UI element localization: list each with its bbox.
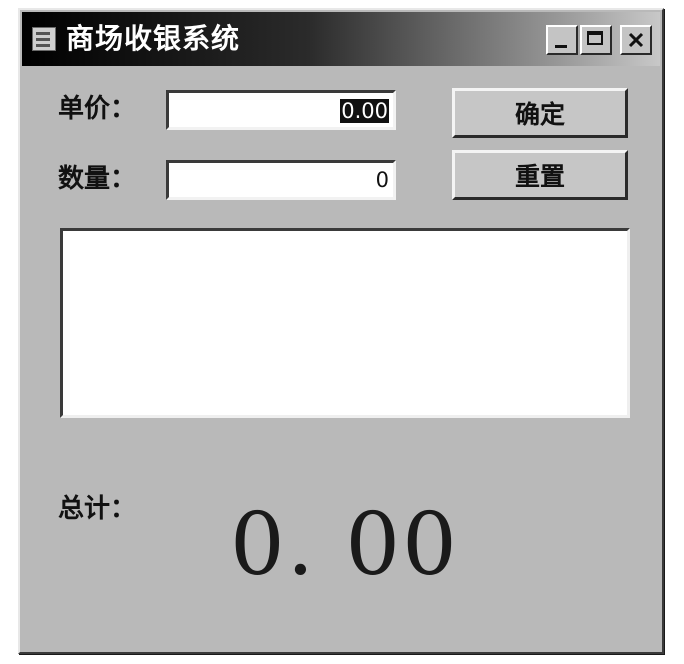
maximize-button[interactable] bbox=[580, 25, 612, 55]
close-button[interactable] bbox=[620, 25, 652, 55]
total-amount: 0. 00 bbox=[230, 495, 459, 595]
total-label: 总计： bbox=[58, 494, 137, 524]
close-icon bbox=[628, 32, 644, 48]
price-input[interactable]: 0.00 bbox=[166, 90, 396, 130]
price-label: 单价： bbox=[58, 94, 137, 124]
minimize-button[interactable] bbox=[546, 25, 578, 55]
app-icon[interactable] bbox=[32, 27, 56, 51]
window-title: 商场收银系统 bbox=[66, 22, 241, 55]
quantity-input[interactable] bbox=[166, 160, 396, 200]
items-list[interactable] bbox=[60, 228, 630, 418]
quantity-label: 数量： bbox=[58, 164, 137, 194]
reset-button[interactable]: 重置 bbox=[452, 150, 628, 200]
price-input-value: 0.00 bbox=[340, 99, 389, 123]
cashier-window: 商场收银系统 单价： 0.00 数量： 确定 重置 总计： 0. 00 bbox=[18, 8, 664, 654]
title-bar[interactable]: 商场收银系统 bbox=[22, 12, 660, 66]
confirm-button[interactable]: 确定 bbox=[452, 88, 628, 138]
